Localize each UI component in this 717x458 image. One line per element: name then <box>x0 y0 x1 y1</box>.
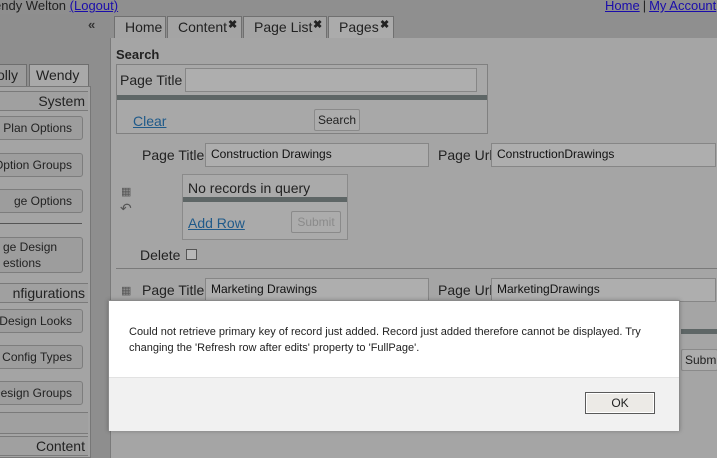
record2-page-url-input[interactable]: MarketingDrawings <box>491 278 716 302</box>
dialog-footer: OK <box>109 377 679 431</box>
home-link[interactable]: Home <box>605 0 640 13</box>
search-page-title-input[interactable] <box>185 68 477 92</box>
close-icon[interactable]: ✖ <box>228 18 237 32</box>
record1-subgrid: No records in query Add Row Submit <box>182 174 348 240</box>
record2-divider-bar <box>681 329 717 334</box>
section-content-label: Content <box>35 438 85 454</box>
search-page-title-label: Page Title <box>120 72 183 88</box>
sidebar: « olly Wendy System Plan Options Option … <box>0 14 110 458</box>
record2-page-title-input[interactable]: Marketing Drawings <box>205 278 429 302</box>
my-account-link[interactable]: My Account <box>649 0 716 13</box>
add-row-link[interactable]: Add Row <box>188 215 245 231</box>
sidebar-blank-section <box>0 412 88 434</box>
record2-page-url-label: Page Url <box>438 282 493 298</box>
section-content[interactable]: Content <box>0 436 88 456</box>
record1-page-title-input[interactable]: Construction Drawings <box>205 143 429 167</box>
tab-page-list-label: Page List <box>254 19 313 35</box>
tab-page-list[interactable]: Page List ✖ <box>243 16 327 38</box>
link-separator: | <box>642 0 647 13</box>
save-icon[interactable]: ▦ <box>121 185 131 198</box>
clear-link[interactable]: Clear <box>133 113 166 129</box>
tab-home-label: Home <box>125 19 163 35</box>
record1-page-title-label: Page Title <box>142 147 205 163</box>
dialog-message: Could not retrieve primary key of record… <box>129 326 641 354</box>
record2-submit-button[interactable]: Submi <box>681 349 717 371</box>
user-info: endy Welton (Logout) <box>0 0 118 12</box>
config-types-button[interactable]: Config Types <box>0 345 83 369</box>
sidebar-divider <box>0 223 82 224</box>
section-system[interactable]: System <box>0 91 88 111</box>
sidebar-panel: System Plan Options Option Groups ge Opt… <box>0 86 91 458</box>
design-looks-button[interactable]: Design Looks <box>0 309 83 333</box>
record-divider <box>116 268 717 269</box>
tab-pages-label: Pages <box>339 19 379 35</box>
error-dialog: Could not retrieve primary key of record… <box>108 300 680 431</box>
tab-content[interactable]: Content ✖ <box>167 16 242 38</box>
collapse-icon[interactable]: « <box>88 17 95 32</box>
design-groups-button[interactable]: Design Groups <box>0 381 83 405</box>
submit-button[interactable]: Submit <box>291 211 341 233</box>
sidebar-tab-wendy[interactable]: Wendy <box>29 64 89 86</box>
search-panel: Page Title Clear Search <box>116 64 488 134</box>
record1-page-url-input[interactable]: ConstructionDrawings <box>491 143 716 167</box>
tab-content-label: Content <box>178 19 228 35</box>
plan-options-button[interactable]: Plan Options <box>0 116 83 140</box>
section-system-label: System <box>38 93 85 109</box>
record1-delete-label: Delete <box>140 247 181 263</box>
record1-delete-checkbox[interactable] <box>186 249 197 260</box>
top-links: Home | My Account <box>605 0 716 12</box>
subgrid-divider-bar <box>183 197 347 202</box>
ok-button[interactable]: OK <box>585 392 655 414</box>
logout-link[interactable]: (Logout) <box>70 0 118 13</box>
search-heading: Search <box>116 47 160 62</box>
tab-home[interactable]: Home <box>114 16 166 38</box>
undo-icon[interactable]: ↶ <box>120 200 132 217</box>
close-icon[interactable]: ✖ <box>380 18 389 32</box>
option-groups-button[interactable]: Option Groups <box>0 153 83 177</box>
save-icon[interactable]: ▦ <box>121 284 131 297</box>
tab-strip: Home Content ✖ Page List ✖ Pages ✖ <box>110 14 717 38</box>
subgrid-empty-text: No records in query <box>188 180 311 196</box>
close-icon[interactable]: ✖ <box>313 18 322 32</box>
user-name: endy Welton <box>0 0 67 13</box>
sidebar-tab-olly[interactable]: olly <box>0 64 27 86</box>
sidebar-tabs: olly Wendy <box>0 64 110 86</box>
page-options-button[interactable]: ge Options <box>0 189 83 213</box>
top-bar: endy Welton (Logout) Home | My Account <box>0 0 717 14</box>
record1-page-url-label: Page Url <box>438 147 493 163</box>
section-configurations[interactable]: nfigurations <box>0 283 88 303</box>
record2-page-title-label: Page Title <box>142 282 205 298</box>
page-design-questions-button[interactable]: ge Design estions <box>0 237 83 273</box>
section-configurations-label: nfigurations <box>12 285 85 301</box>
search-button[interactable]: Search <box>314 109 360 131</box>
search-divider-bar <box>117 95 487 100</box>
tab-pages[interactable]: Pages ✖ <box>328 16 394 38</box>
